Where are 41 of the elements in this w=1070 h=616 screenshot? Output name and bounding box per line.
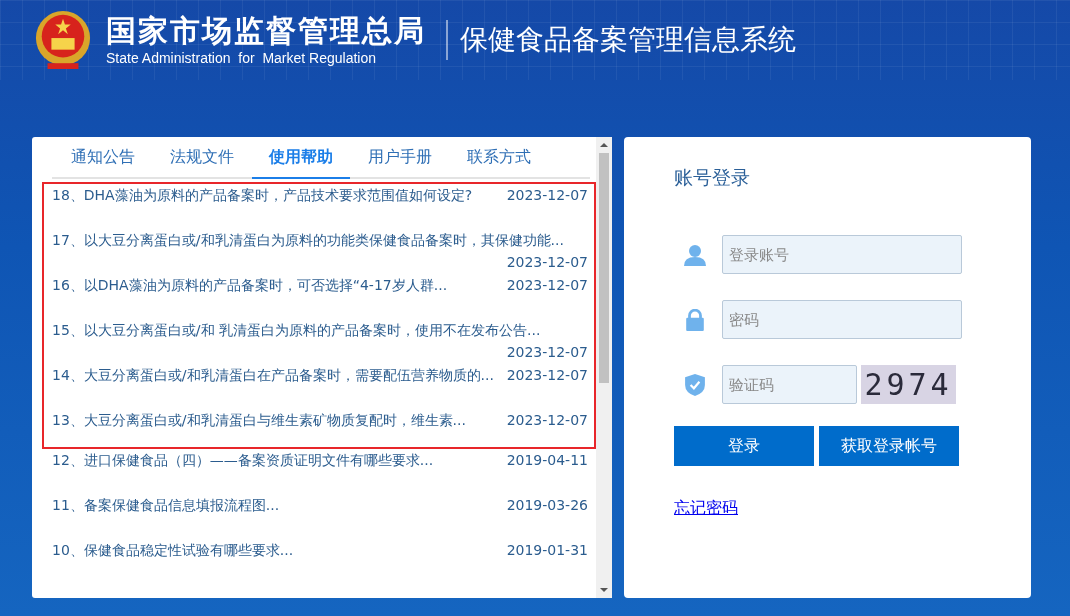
tab[interactable]: 法规文件 <box>153 137 251 179</box>
login-button[interactable]: 登录 <box>674 426 814 466</box>
shield-check-icon <box>684 373 706 396</box>
agency-name: 国家市场监督管理总局 <box>106 13 426 49</box>
scrollbar[interactable] <box>596 137 612 598</box>
article-date: 2023-12-07 <box>506 366 588 385</box>
article-link[interactable]: 15、以大豆分离蛋白或/和 乳清蛋白为原料的产品备案时，使用不在发布公告... <box>52 319 541 341</box>
lock-icon <box>684 308 706 331</box>
article-link[interactable]: 10、保健食品稳定性试验有哪些要求... <box>52 539 294 561</box>
article-link[interactable]: 14、大豆分离蛋白或/和乳清蛋白在产品备案时，需要配伍营养物质的... <box>52 364 494 386</box>
captcha-image[interactable]: 2974 <box>861 365 956 404</box>
captcha-field[interactable]: 验证码 <box>722 365 857 404</box>
article-date: 2023-12-07 <box>506 253 588 272</box>
forgot-password-link[interactable]: 忘记密码 <box>674 498 738 519</box>
article-date: 2019-01-31 <box>506 541 588 560</box>
account-field[interactable]: 登录账号 <box>722 235 962 274</box>
article-date: 2023-12-07 <box>506 186 588 205</box>
tab[interactable]: 用户手册 <box>351 137 449 179</box>
system-title: 保健食品备案管理信息系统 <box>460 22 796 58</box>
article-date: 2023-12-07 <box>506 411 588 430</box>
article-date: 2019-03-26 <box>506 496 588 515</box>
article-link[interactable]: 12、进口保健食品（四）——备案资质证明文件有哪些要求... <box>52 449 434 471</box>
scroll-up-icon[interactable] <box>599 142 609 148</box>
article-link[interactable]: 17、以大豆分离蛋白或/和乳清蛋白为原料的功能类保健食品备案时，其保健功能... <box>52 229 564 251</box>
scroll-down-icon[interactable] <box>599 587 609 593</box>
user-icon <box>684 243 706 266</box>
article-link[interactable]: 18、DHA藻油为原料的产品备案时，产品技术要求范围值如何设定? <box>52 184 473 206</box>
tab[interactable]: 联系方式 <box>450 137 548 179</box>
article-link[interactable]: 13、大豆分离蛋白或/和乳清蛋白与维生素矿物质复配时，维生素... <box>52 409 466 431</box>
tab[interactable]: 使用帮助 <box>252 137 350 179</box>
agency-english-name: State Administration for Market Regulation <box>106 49 378 67</box>
article-date: 2023-12-07 <box>506 276 588 295</box>
emblem-icon <box>34 8 92 72</box>
tab[interactable]: 通知公告 <box>54 137 152 179</box>
login-title: 账号登录 <box>674 165 751 190</box>
password-field[interactable]: 密码 <box>722 300 962 339</box>
article-link[interactable]: 11、备案保健食品信息填报流程图... <box>52 494 280 516</box>
article-date: 2023-12-07 <box>506 343 588 362</box>
article-link[interactable]: 16、以DHA藻油为原料的产品备案时，可否选择“4-17岁人群... <box>52 274 448 296</box>
article-date: 2019-04-11 <box>506 451 588 470</box>
get-account-button[interactable]: 获取登录帐号 <box>819 426 959 466</box>
